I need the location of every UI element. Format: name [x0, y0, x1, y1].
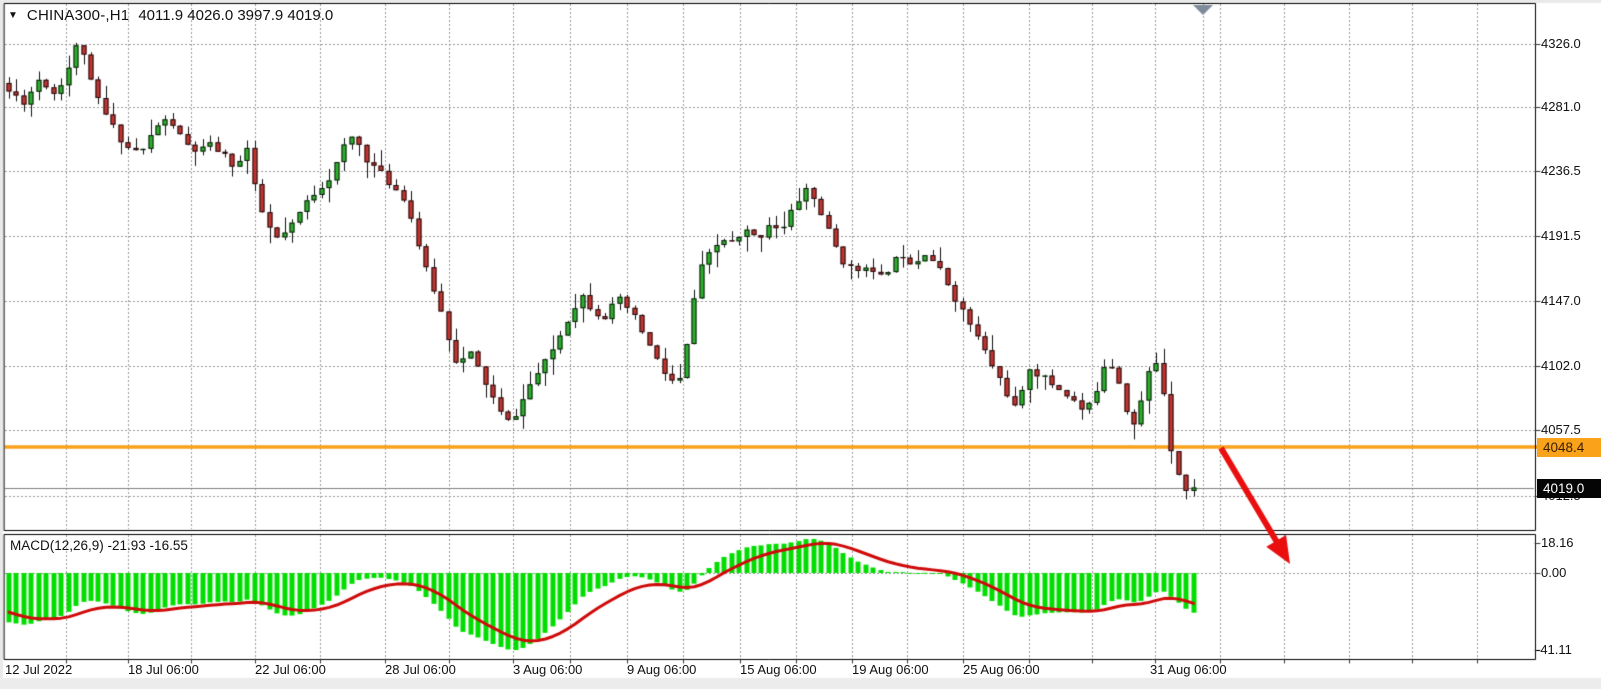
price-axis-label: 4191.5: [1541, 228, 1581, 243]
price-axis-label: 4147.0: [1541, 293, 1581, 308]
time-axis-label: 15 Aug 06:00: [740, 662, 817, 677]
price-axis-label: 4281.0: [1541, 99, 1581, 114]
price-axis-label: 4102.0: [1541, 358, 1581, 373]
time-axis-label: 28 Jul 06:00: [385, 662, 456, 677]
time-axis-label: 19 Aug 06:00: [852, 662, 929, 677]
symbol-period-label: CHINA300-,H1: [27, 7, 129, 24]
ohlc-values: 4011.9 4026.0 3997.9 4019.0: [138, 7, 333, 24]
time-axis-label: 18 Jul 06:00: [128, 662, 199, 677]
time-axis-label: 22 Jul 06:00: [255, 662, 326, 677]
bid-price-badge: 4019.0: [1537, 479, 1601, 498]
chart-title: ▼ CHINA300-,H1 4011.9 4026.0 3997.9 4019…: [8, 7, 333, 24]
macd-indicator-label: MACD(12,26,9) -21.93 -16.55: [10, 538, 188, 553]
macd-axis-label: -41.11: [1536, 642, 1572, 657]
price-axis-label: 4326.0: [1541, 36, 1581, 51]
macd-axis-label: 18.16: [1541, 535, 1574, 550]
time-axis-label: 31 Aug 06:00: [1150, 662, 1227, 677]
price-axis-label: 4057.5: [1541, 422, 1581, 437]
price-axis-label: 4236.5: [1541, 163, 1581, 178]
macd-axis-label: 0.00: [1541, 565, 1566, 580]
mt4-chart-window: ▼ CHINA300-,H1 4011.9 4026.0 3997.9 4019…: [0, 0, 1601, 689]
time-axis-label: 3 Aug 06:00: [513, 662, 582, 677]
resistance-line-price-badge: 4048.4: [1537, 438, 1601, 457]
time-axis-label: 25 Aug 06:00: [963, 662, 1040, 677]
time-axis-label: 12 Jul 2022: [5, 662, 72, 677]
symbol-dropdown-icon[interactable]: ▼: [8, 10, 18, 21]
price-chart-canvas[interactable]: [0, 0, 1601, 689]
time-axis-label: 9 Aug 06:00: [627, 662, 696, 677]
